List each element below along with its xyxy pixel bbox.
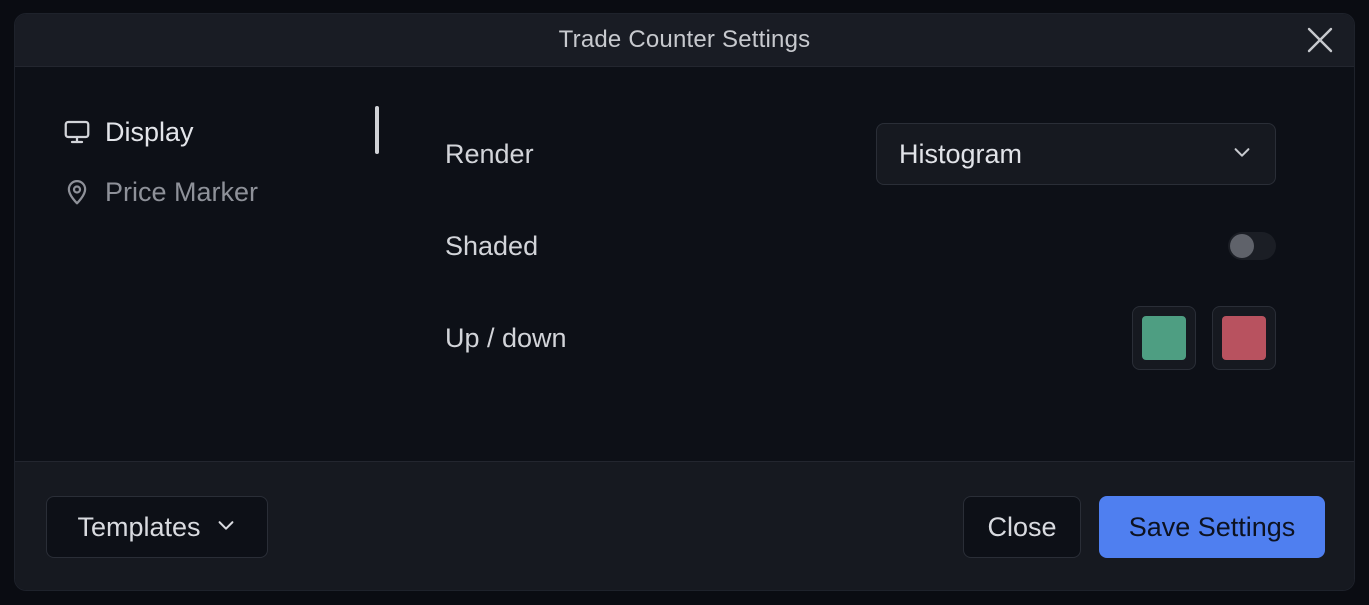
shaded-row: Shaded (445, 214, 1276, 278)
shaded-label: Shaded (445, 230, 539, 261)
sidebar-active-indicator (375, 106, 379, 154)
toggle-knob (1230, 234, 1254, 258)
map-pin-icon (61, 176, 93, 208)
monitor-icon (61, 116, 93, 148)
dialog-body: Display Price Marker Render Histogram Sh… (15, 66, 1354, 463)
sidebar-item-display[interactable]: Display (61, 102, 361, 162)
up-down-label: Up / down (445, 322, 567, 353)
dialog-title: Trade Counter Settings (558, 26, 811, 53)
settings-dialog: Trade Counter Settings Display Price Mar… (14, 13, 1355, 591)
chevron-down-icon (1231, 139, 1253, 170)
settings-sidebar: Display Price Marker (61, 102, 361, 222)
render-row: Render Histogram (445, 122, 1276, 186)
up-color-swatch[interactable] (1132, 306, 1196, 370)
up-color-fill (1142, 316, 1186, 360)
dialog-titlebar: Trade Counter Settings (15, 14, 1354, 67)
close-icon[interactable] (1306, 26, 1334, 54)
sidebar-item-label: Display (105, 116, 194, 147)
sidebar-item-label: Price Marker (105, 176, 259, 207)
down-color-fill (1222, 316, 1266, 360)
save-settings-button[interactable]: Save Settings (1099, 496, 1325, 558)
sidebar-item-price-marker[interactable]: Price Marker (61, 162, 361, 222)
templates-button[interactable]: Templates (46, 496, 268, 558)
down-color-swatch[interactable] (1212, 306, 1276, 370)
chevron-down-icon (215, 512, 237, 543)
shaded-toggle[interactable] (1228, 232, 1276, 260)
up-down-row: Up / down (445, 306, 1276, 370)
close-button[interactable]: Close (963, 496, 1081, 558)
render-select-value: Histogram (899, 138, 1023, 169)
render-label: Render (445, 138, 534, 169)
dialog-footer: Templates Close Save Settings (15, 461, 1354, 590)
render-select[interactable]: Histogram (876, 123, 1276, 185)
templates-label: Templates (77, 511, 201, 542)
